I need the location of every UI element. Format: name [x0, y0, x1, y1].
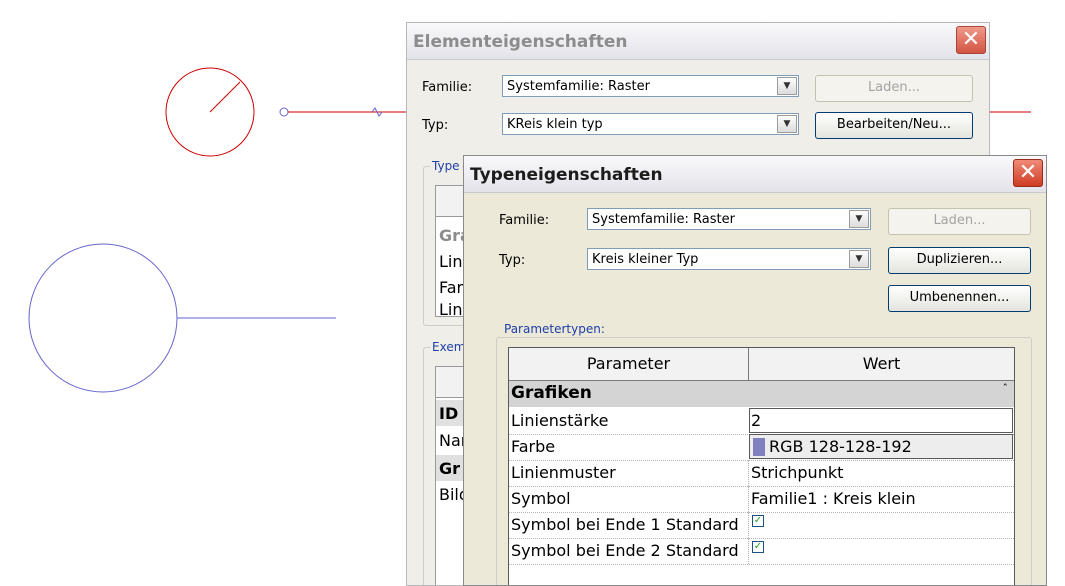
param-name: Linienmuster [511, 463, 616, 482]
column-header-wert[interactable]: Wert [749, 348, 1014, 380]
bearbeiten-neu-button[interactable]: Bearbeiten/Neu... [815, 112, 973, 139]
param-name: Symbol bei Ende 2 Standard [511, 541, 739, 560]
laden-button[interactable]: Laden... [888, 208, 1031, 235]
param-value[interactable]: Strichpunkt [751, 463, 843, 482]
familie-select[interactable]: Systemfamilie: Raster ▼ [587, 208, 871, 230]
familie-label: Familie: [499, 213, 550, 228]
typ-label: Typ: [499, 253, 526, 268]
typ-label: Typ: [422, 118, 449, 133]
familie-select[interactable]: Systemfamilie: Raster ▼ [502, 75, 799, 97]
table-row[interactable]: Linienmuster Strichpunkt [509, 460, 1014, 487]
type-properties-titlebar[interactable]: Typeneigenschaften ✕ [464, 156, 1046, 193]
chevron-down-icon[interactable]: ▼ [777, 115, 797, 133]
familie-label: Familie: [422, 80, 473, 95]
parameter-types-title: Parametertypen: [502, 322, 607, 336]
table-row[interactable]: Farbe RGB 128-128-192 [509, 434, 1014, 461]
table-row[interactable]: Linienstärke 2 [509, 408, 1014, 435]
value-input[interactable] [749, 408, 1013, 433]
param-value[interactable]: RGB 128-128-192 [769, 437, 912, 456]
typ-value: Kreis kleiner Typ [592, 252, 699, 267]
chevron-down-icon[interactable]: ▼ [777, 77, 797, 95]
element-properties-titlebar[interactable]: Elementeigenschaften ✕ [407, 23, 989, 60]
instance-row-fragment: Gr [439, 459, 461, 478]
instance-group-title: Exem [430, 340, 468, 354]
type-row-fragment: Lin [439, 300, 463, 319]
table-row[interactable]: Symbol bei Ende 2 Standard ✓ [509, 538, 1014, 565]
collapse-icon[interactable]: ˆ [1003, 382, 1009, 395]
param-value[interactable]: 2 [751, 411, 761, 430]
laden-button[interactable]: Laden... [815, 75, 973, 102]
umbenennen-button[interactable]: Umbenennen... [888, 285, 1031, 312]
close-icon[interactable]: ✕ [1013, 159, 1043, 187]
group-label: Grafiken [511, 383, 592, 403]
blue-grid-circle[interactable] [28, 243, 178, 393]
type-group-title: Type [430, 159, 462, 173]
chevron-down-icon[interactable]: ▼ [849, 250, 869, 268]
param-value[interactable]: Familie1 : Kreis klein [751, 489, 916, 508]
familie-value: Systemfamilie: Raster [592, 212, 735, 227]
param-name: Symbol bei Ende 1 Standard [511, 515, 739, 534]
checkbox[interactable]: ✓ [752, 515, 764, 527]
grid-header: Parameter Wert [509, 348, 1014, 381]
table-row[interactable]: Symbol bei Ende 1 Standard ✓ [509, 512, 1014, 539]
close-icon[interactable]: ✕ [956, 26, 986, 54]
typ-select[interactable]: Kreis kleiner Typ ▼ [587, 248, 871, 270]
typ-select[interactable]: KReis klein typ ▼ [502, 113, 799, 135]
instance-row-fragment: ID [439, 404, 459, 423]
color-swatch [753, 438, 765, 456]
checkbox[interactable]: ✓ [752, 541, 764, 553]
param-name: Farbe [511, 437, 556, 456]
type-row-fragment: Far [439, 278, 464, 297]
chevron-down-icon[interactable]: ▼ [849, 210, 869, 228]
duplizieren-button[interactable]: Duplizieren... [888, 247, 1031, 274]
column-header-parameter[interactable]: Parameter [509, 348, 748, 380]
dialog-title: Elementeigenschaften [413, 32, 628, 52]
type-properties-dialog: Typeneigenschaften ✕ Familie: Systemfami… [463, 155, 1047, 586]
parameter-grid: Parameter Wert Grafiken ˆ Linienstärke 2… [508, 347, 1015, 585]
familie-value: Systemfamilie: Raster [507, 79, 650, 94]
param-name: Symbol [511, 489, 571, 508]
group-row-grafiken[interactable]: Grafiken ˆ [509, 381, 1014, 407]
dialog-title: Typeneigenschaften [470, 165, 663, 185]
table-row[interactable]: Symbol Familie1 : Kreis klein [509, 486, 1014, 513]
red-circle-radius [209, 81, 241, 113]
param-name: Linienstärke [511, 411, 609, 430]
red-line-endpoint[interactable] [279, 107, 289, 117]
typ-value: KReis klein typ [507, 117, 603, 132]
